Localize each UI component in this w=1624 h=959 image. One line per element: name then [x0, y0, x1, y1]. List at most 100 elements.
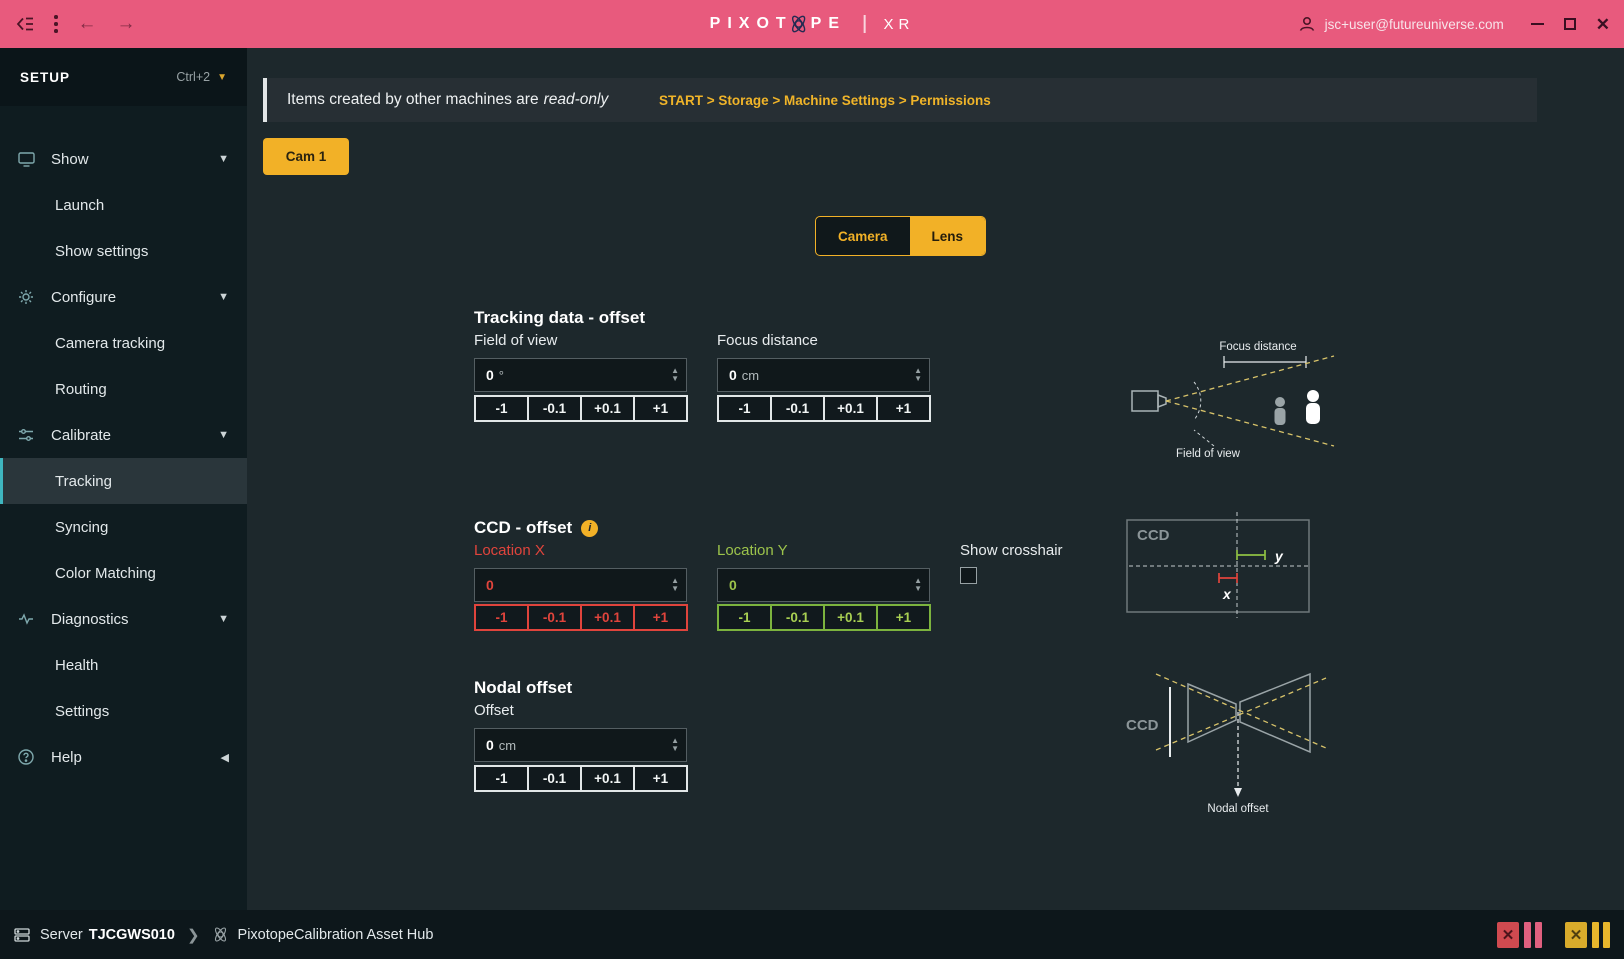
show-icon [18, 151, 36, 167]
tab-lens[interactable]: Lens [910, 217, 986, 255]
focus-distance-unit: cm [742, 368, 759, 383]
sidebar-item-syncing[interactable]: Syncing [0, 504, 247, 550]
hub-atom-icon [212, 926, 229, 943]
svg-text:Nodal offset: Nodal offset [1207, 803, 1269, 815]
server-icon [14, 927, 30, 943]
main-content: Items created by other machines are read… [247, 48, 1624, 910]
step-plus-1-button[interactable]: +1 [876, 604, 931, 631]
forward-icon[interactable]: → [117, 13, 136, 35]
step-minus-1-button[interactable]: -1 [474, 395, 529, 422]
sidebar-item-label: Tracking [55, 473, 112, 490]
engine-stop-red-icon[interactable]: ✕ [1497, 922, 1519, 948]
asset-hub-label[interactable]: PixotopeCalibration Asset Hub [238, 927, 434, 943]
sidebar-mode-selector[interactable]: SETUP Ctrl+2 ▼ [0, 48, 247, 106]
sidebar-item-launch[interactable]: Launch [0, 182, 247, 228]
engine-pause-red-icon[interactable] [1524, 922, 1542, 948]
sidebar-item-label: Routing [55, 381, 107, 398]
sidebar-item-show-settings[interactable]: Show settings [0, 228, 247, 274]
svg-text:x: x [1222, 586, 1232, 602]
engine-pause-yellow-icon[interactable] [1592, 922, 1610, 948]
spinner-arrows-icon[interactable]: ▲▼ [671, 577, 679, 593]
server-name[interactable]: TJCGWS010 [89, 927, 175, 943]
logo-divider [864, 15, 866, 33]
engine-stop-yellow-icon[interactable]: ✕ [1565, 922, 1587, 948]
step-minus-0-1-button[interactable]: -0.1 [770, 604, 825, 631]
sidebar-item-health[interactable]: Health [0, 642, 247, 688]
sidebar: SETUP Ctrl+2 ▼ Show ▼ Launch Show settin… [0, 48, 247, 910]
sidebar-item-calibrate[interactable]: Calibrate ▼ [0, 412, 247, 458]
user-email[interactable]: jsc+user@futureuniverse.com [1325, 17, 1504, 32]
location-x-label: Location X [474, 542, 545, 559]
location-y-input[interactable]: 0 ▲▼ [717, 568, 930, 602]
location-x-input[interactable]: 0 ▲▼ [474, 568, 687, 602]
step-plus-0-1-button[interactable]: +0.1 [580, 395, 635, 422]
step-plus-1-button[interactable]: +1 [633, 604, 688, 631]
info-icon[interactable]: i [581, 520, 598, 537]
step-plus-0-1-button[interactable]: +0.1 [823, 395, 878, 422]
sidebar-item-label: Show [51, 151, 89, 168]
offset-input[interactable]: 0 cm ▲▼ [474, 728, 687, 762]
location-y-steppers: -1 -0.1 +0.1 +1 [717, 604, 931, 631]
focus-distance-value: 0 [729, 367, 737, 383]
step-minus-1-button[interactable]: -1 [474, 765, 529, 792]
kebab-menu-icon[interactable] [54, 13, 58, 34]
step-plus-0-1-button[interactable]: +0.1 [580, 604, 635, 631]
logo-text-right: PE [811, 15, 846, 33]
ccd-diagram: CCD y x [1125, 510, 1315, 625]
breadcrumb[interactable]: START > Storage > Machine Settings > Per… [659, 93, 991, 108]
field-of-view-input[interactable]: 0 ° ▲▼ [474, 358, 687, 392]
sidebar-item-color-matching[interactable]: Color Matching [0, 550, 247, 596]
step-plus-1-button[interactable]: +1 [876, 395, 931, 422]
step-minus-0-1-button[interactable]: -0.1 [527, 604, 582, 631]
chevron-down-icon[interactable]: ▼ [217, 72, 227, 83]
spinner-arrows-icon[interactable]: ▲▼ [914, 367, 922, 383]
sidebar-item-label: Color Matching [55, 565, 156, 582]
sidebar-item-settings[interactable]: Settings [0, 688, 247, 734]
sidebar-item-routing[interactable]: Routing [0, 366, 247, 412]
sidebar-item-camera-tracking[interactable]: Camera tracking [0, 320, 247, 366]
location-x-value: 0 [486, 577, 494, 593]
sidebar-item-help[interactable]: Help ◀ [0, 734, 247, 780]
pixotope-logo: PIXOT PE [710, 14, 846, 34]
sidebar-item-label: Diagnostics [51, 611, 129, 628]
spinner-arrows-icon[interactable]: ▲▼ [671, 367, 679, 383]
section-title-tracking-offset: Tracking data - offset [474, 308, 645, 328]
sidebar-item-diagnostics[interactable]: Diagnostics ▼ [0, 596, 247, 642]
product-label: XR [884, 16, 915, 33]
step-plus-1-button[interactable]: +1 [633, 395, 688, 422]
svg-text:CCD: CCD [1126, 717, 1159, 734]
engine-status-icons: ✕ ✕ [1497, 922, 1610, 948]
field-of-view-unit: ° [499, 368, 504, 383]
sidebar-item-configure[interactable]: Configure ▼ [0, 274, 247, 320]
minimize-button[interactable] [1531, 23, 1544, 25]
step-plus-0-1-button[interactable]: +0.1 [580, 765, 635, 792]
focus-distance-input[interactable]: 0 cm ▲▼ [717, 358, 930, 392]
field-of-view-value: 0 [486, 367, 494, 383]
close-button[interactable]: ✕ [1596, 16, 1610, 33]
sidebar-item-tracking[interactable]: Tracking [0, 458, 247, 504]
step-minus-1-button[interactable]: -1 [717, 604, 772, 631]
chevron-down-icon: ▼ [218, 153, 229, 165]
cam1-button[interactable]: Cam 1 [263, 138, 349, 175]
svg-text:Focus distance: Focus distance [1219, 341, 1296, 353]
step-minus-1-button[interactable]: -1 [717, 395, 772, 422]
step-minus-0-1-button[interactable]: -0.1 [770, 395, 825, 422]
notice-emphasis: read-only [544, 91, 609, 109]
step-minus-0-1-button[interactable]: -0.1 [527, 395, 582, 422]
back-icon[interactable]: ← [78, 13, 97, 35]
step-minus-0-1-button[interactable]: -0.1 [527, 765, 582, 792]
ccd-offset-title: CCD - offset [474, 518, 572, 538]
spinner-arrows-icon[interactable]: ▲▼ [914, 577, 922, 593]
step-plus-1-button[interactable]: +1 [633, 765, 688, 792]
location-y-label: Location Y [717, 542, 788, 559]
tab-camera[interactable]: Camera [816, 217, 910, 255]
sidebar-item-show[interactable]: Show ▼ [0, 136, 247, 182]
show-crosshair-label: Show crosshair [960, 542, 1063, 559]
user-icon[interactable] [1298, 15, 1316, 33]
step-minus-1-button[interactable]: -1 [474, 604, 529, 631]
show-crosshair-checkbox[interactable] [960, 567, 977, 584]
maximize-button[interactable] [1564, 18, 1576, 30]
spinner-arrows-icon[interactable]: ▲▼ [671, 737, 679, 753]
step-plus-0-1-button[interactable]: +0.1 [823, 604, 878, 631]
collapse-sidebar-icon[interactable] [16, 16, 34, 32]
